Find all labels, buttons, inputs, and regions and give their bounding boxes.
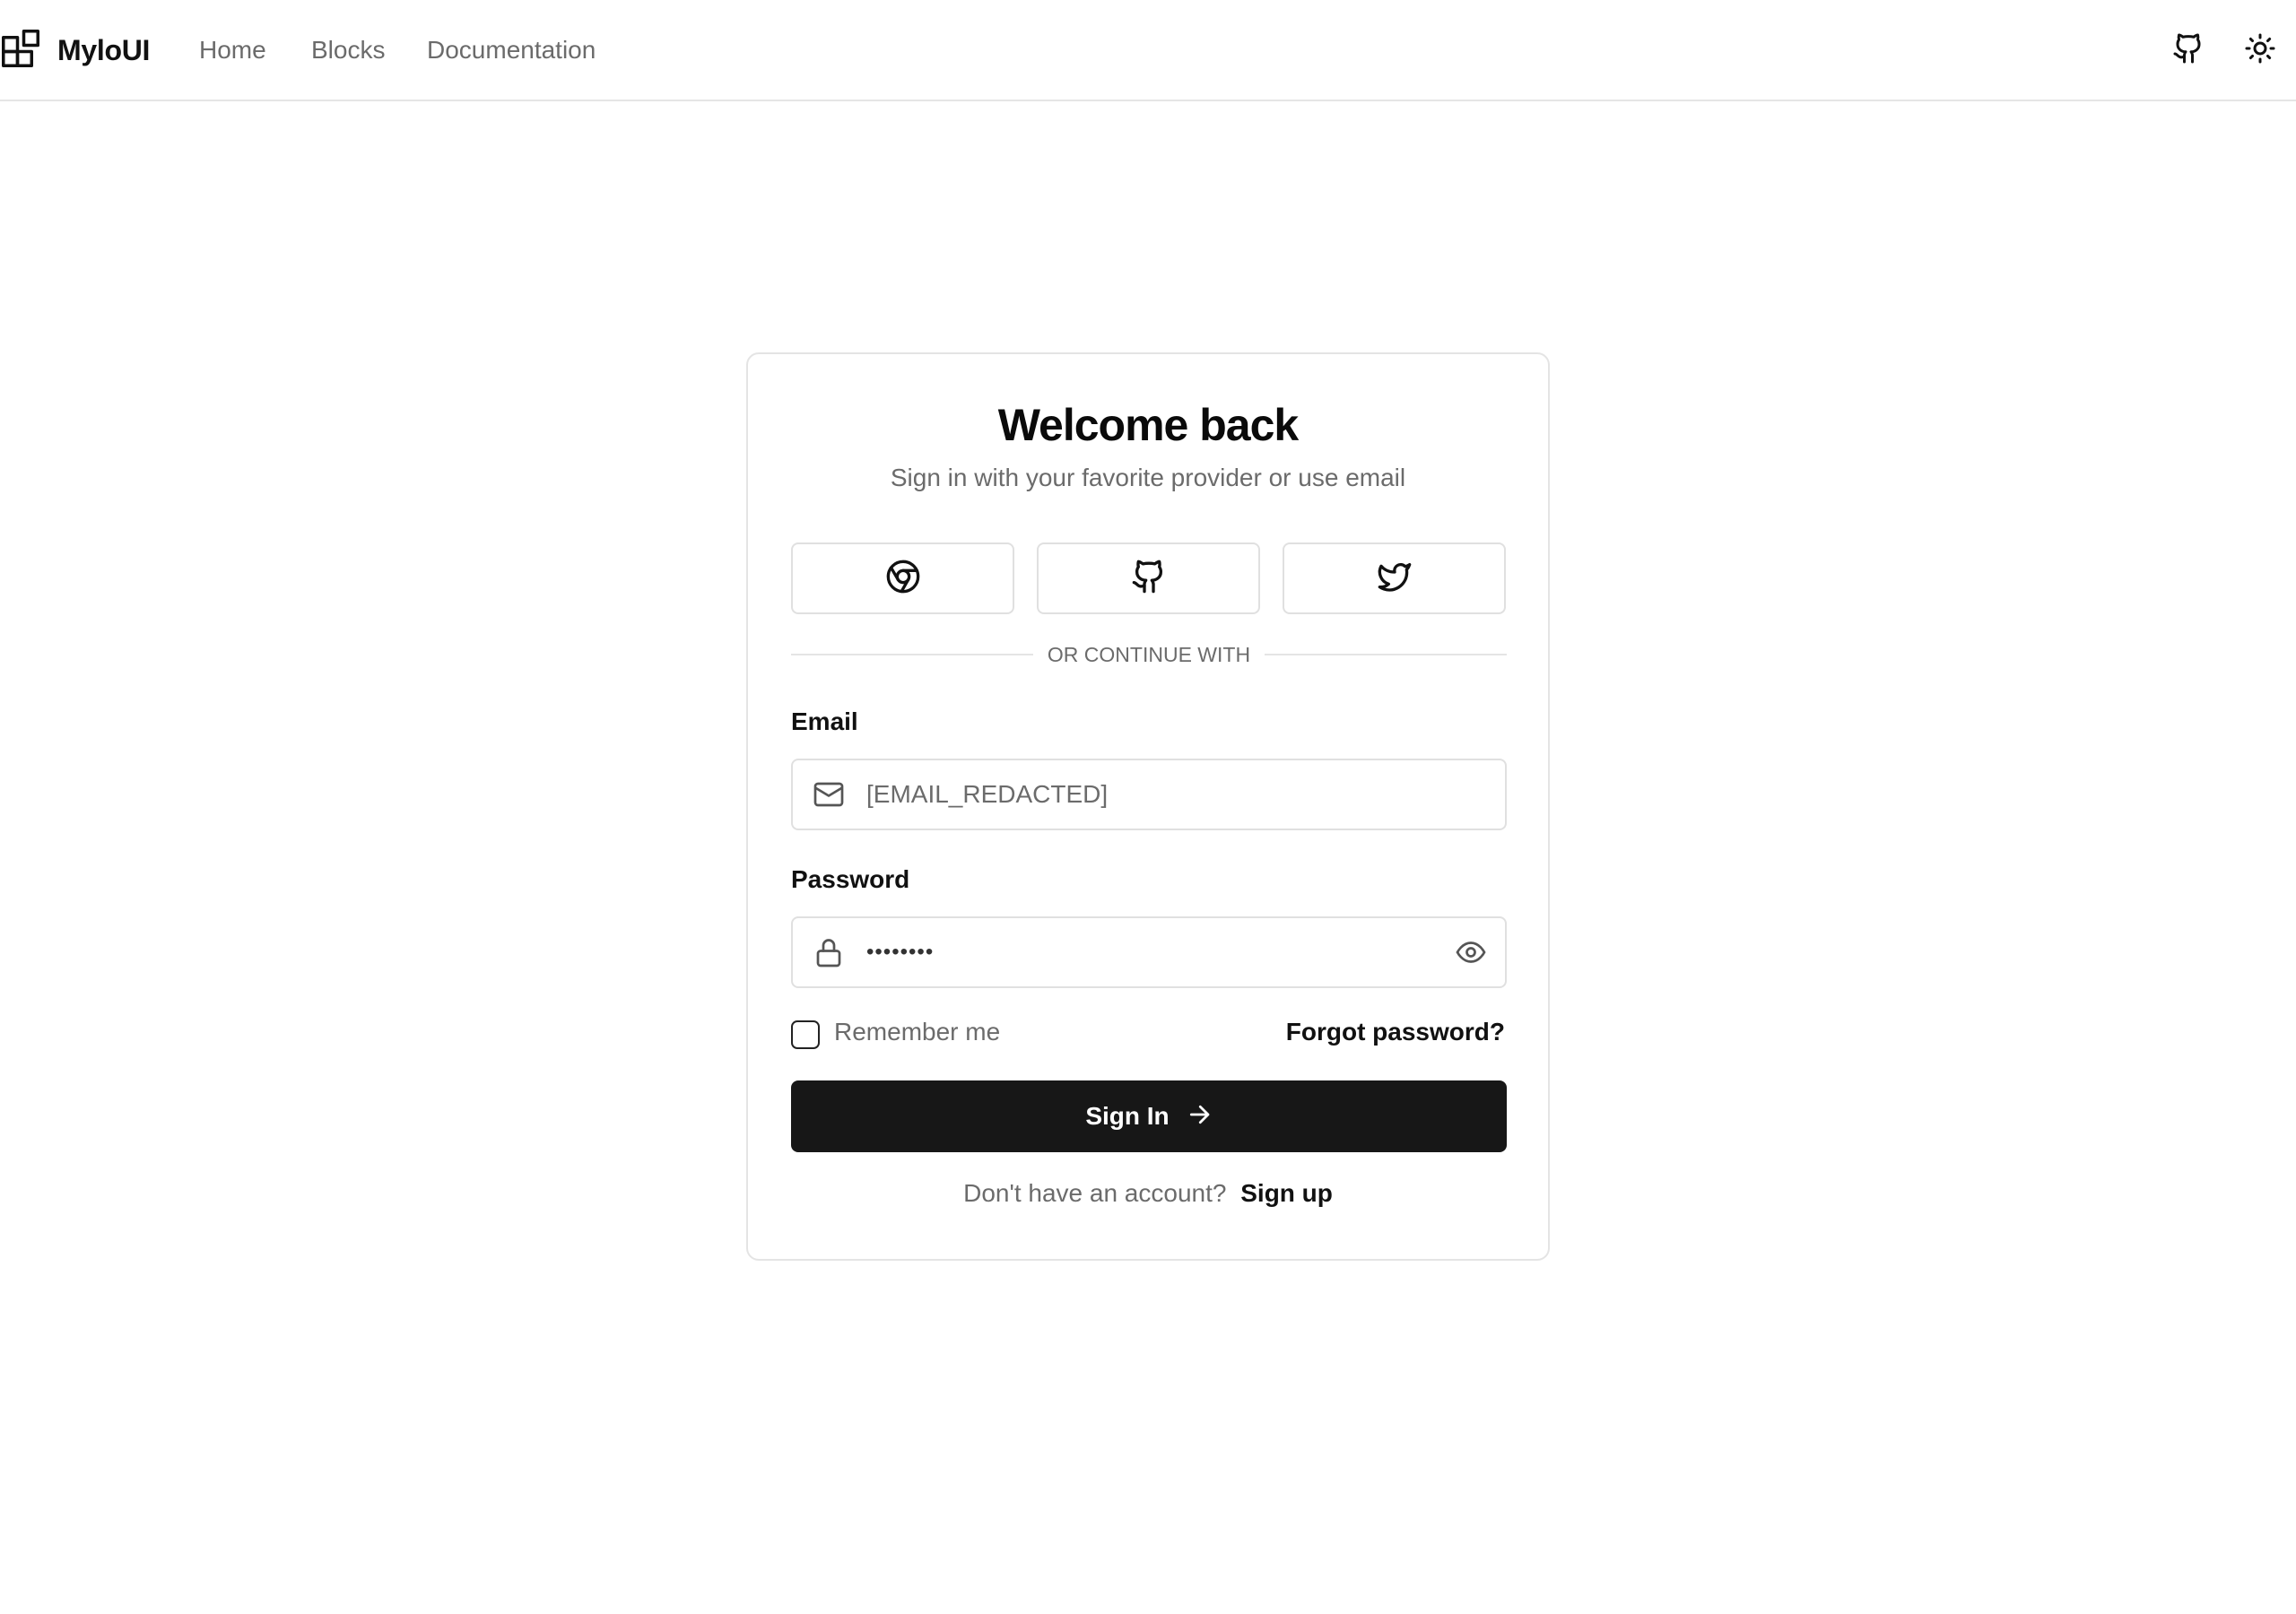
signup-prompt: Don't have an account? Sign up [748,1179,1548,1208]
brand-name: MyloUI [57,33,151,66]
login-card: Welcome back Sign in with your favorite … [746,352,1550,1261]
email-field[interactable]: [EMAIL_REDACTED] [791,759,1507,830]
twitter-signin-button[interactable] [1283,542,1506,614]
email-label: Email [791,707,858,735]
github-signin-button[interactable] [1037,542,1260,614]
github-icon [2172,32,2205,69]
page-subtitle: Sign in with your favorite provider or u… [890,464,1406,491]
password-field[interactable]: •••••••• [791,916,1507,988]
top-nav: MyloUI Home Blocks Documentation [0,0,2296,101]
theme-toggle-button[interactable] [2239,30,2281,71]
twitter-icon [1377,559,1413,599]
sign-in-button[interactable]: Sign In [791,1080,1507,1152]
lock-icon [813,936,845,968]
remember-me-checkbox[interactable] [791,1020,820,1049]
brand-link[interactable]: MyloUI [2,29,151,72]
sign-in-label: Sign In [1085,1102,1170,1130]
page-title: Welcome back [997,400,1299,450]
forgot-password-link[interactable]: Forgot password? [1286,1018,1505,1046]
nav-blocks[interactable]: Blocks [311,34,385,66]
email-value: [EMAIL_REDACTED] [866,780,1109,808]
github-link-button[interactable] [2168,30,2209,71]
github-icon [1131,559,1167,599]
divider-text: OR CONTINUE WITH [1047,643,1251,666]
arrow-right-icon [1170,1101,1213,1132]
google-signin-button[interactable] [791,542,1014,614]
mail-icon [813,778,845,811]
nav-home[interactable]: Home [199,34,266,66]
sun-icon [2244,32,2276,69]
nav-documentation[interactable]: Documentation [427,34,596,66]
remember-me-label[interactable]: Remember me [834,1018,1000,1046]
signup-prompt-text: Don't have an account? [963,1179,1227,1207]
sign-up-link[interactable]: Sign up [1240,1179,1333,1207]
password-value: •••••••• [866,940,935,964]
divider: OR CONTINUE WITH [791,641,1507,668]
eye-icon[interactable] [1455,936,1487,968]
password-label: Password [791,865,910,893]
blocks-icon [2,29,39,72]
chrome-icon [885,559,921,599]
